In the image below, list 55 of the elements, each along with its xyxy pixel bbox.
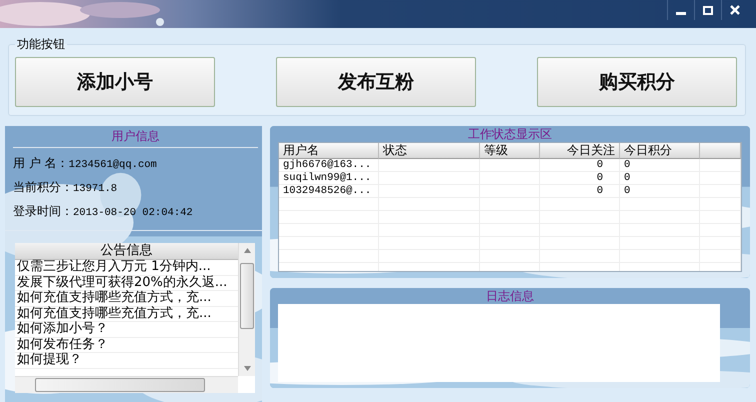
notice-list[interactable]: 公告信息 仅需三步让您月入万元 1分钟内... 发展下级代理可获得20%的永久返... 如何充值支持哪些充值方式，充... 如何充值支持哪些充值方式，充... 如何添加小号？ 如何发布任务？ 如何提现？ — [15, 243, 255, 393]
list-header: 公告信息 — [15, 243, 238, 260]
table-cell: suqilwn99@1... — [279, 172, 379, 185]
column-header — [700, 143, 741, 159]
table-cell: 0 — [620, 172, 700, 185]
vertical-scrollbar[interactable] — [238, 243, 255, 376]
table-cell: gjh6676@163... — [279, 159, 379, 172]
notice-item[interactable]: 如何发布任务？ — [15, 338, 238, 353]
panel-title: 日志信息 — [485, 288, 535, 304]
table-cell: 0 — [620, 185, 700, 198]
table-cell — [700, 185, 741, 198]
table-cell: 0 — [540, 185, 620, 198]
close-icon — [730, 5, 740, 15]
field-value: 2013-08-20 02:04:42 — [73, 207, 193, 219]
panel-title: 工作状态显示区 — [467, 126, 553, 142]
column-header[interactable]: 今日积分 — [620, 143, 700, 159]
up-arrow-icon[interactable] — [244, 248, 251, 253]
table-cell: 0 — [620, 159, 700, 172]
table-cell — [700, 211, 741, 224]
horizontal-scrollbar[interactable] — [15, 376, 238, 393]
group-title: 功能按钮 — [16, 36, 66, 53]
field-value: 1234561@qq.com — [68, 159, 157, 171]
notice-item[interactable]: 如何充值支持哪些充值方式，充... — [15, 306, 238, 322]
scroll-thumb[interactable] — [35, 378, 205, 392]
table-cell — [700, 237, 741, 250]
table-cell — [700, 172, 741, 185]
table-cell — [700, 159, 741, 172]
table-cell — [700, 250, 741, 263]
field-label: 登录时间： — [13, 203, 73, 220]
field-label: 当前积分： — [13, 179, 73, 196]
notice-item[interactable]: 如何充值支持哪些充值方式，充... — [15, 291, 238, 306]
maximize-icon — [703, 6, 713, 14]
field-label: 用 户 名： — [13, 155, 69, 172]
table-cell — [700, 224, 741, 237]
scroll-thumb[interactable] — [240, 263, 254, 329]
column-header[interactable]: 等级 — [480, 143, 540, 159]
notice-item[interactable]: 如何提现？ — [15, 353, 238, 368]
panel-title: 用户信息 — [13, 128, 258, 148]
action-button[interactable]: 发布互粉 — [276, 57, 476, 107]
field-value: 13971.8 — [73, 183, 118, 195]
notice-item[interactable]: 发展下级代理可获得20%的永久返... — [15, 276, 238, 291]
table-cell: 1032948526@... — [279, 185, 379, 198]
action-button[interactable]: 购买积分 — [537, 57, 737, 107]
table-cell — [700, 198, 741, 211]
minimize-icon — [676, 12, 686, 14]
notice-item[interactable]: 如何添加小号？ — [15, 322, 238, 338]
action-button[interactable]: 添加小号 — [15, 57, 215, 107]
column-header[interactable]: 状态 — [379, 143, 480, 159]
column-header[interactable]: 今日关注 — [540, 143, 620, 159]
table-cell: 0 — [540, 159, 620, 172]
table-cell — [480, 159, 540, 172]
down-arrow-icon[interactable] — [244, 366, 251, 371]
column-header[interactable]: 用户名 — [279, 143, 379, 159]
notice-item[interactable]: 仅需三步让您月入万元 1分钟内... — [15, 260, 238, 276]
table-cell: 0 — [540, 172, 620, 185]
